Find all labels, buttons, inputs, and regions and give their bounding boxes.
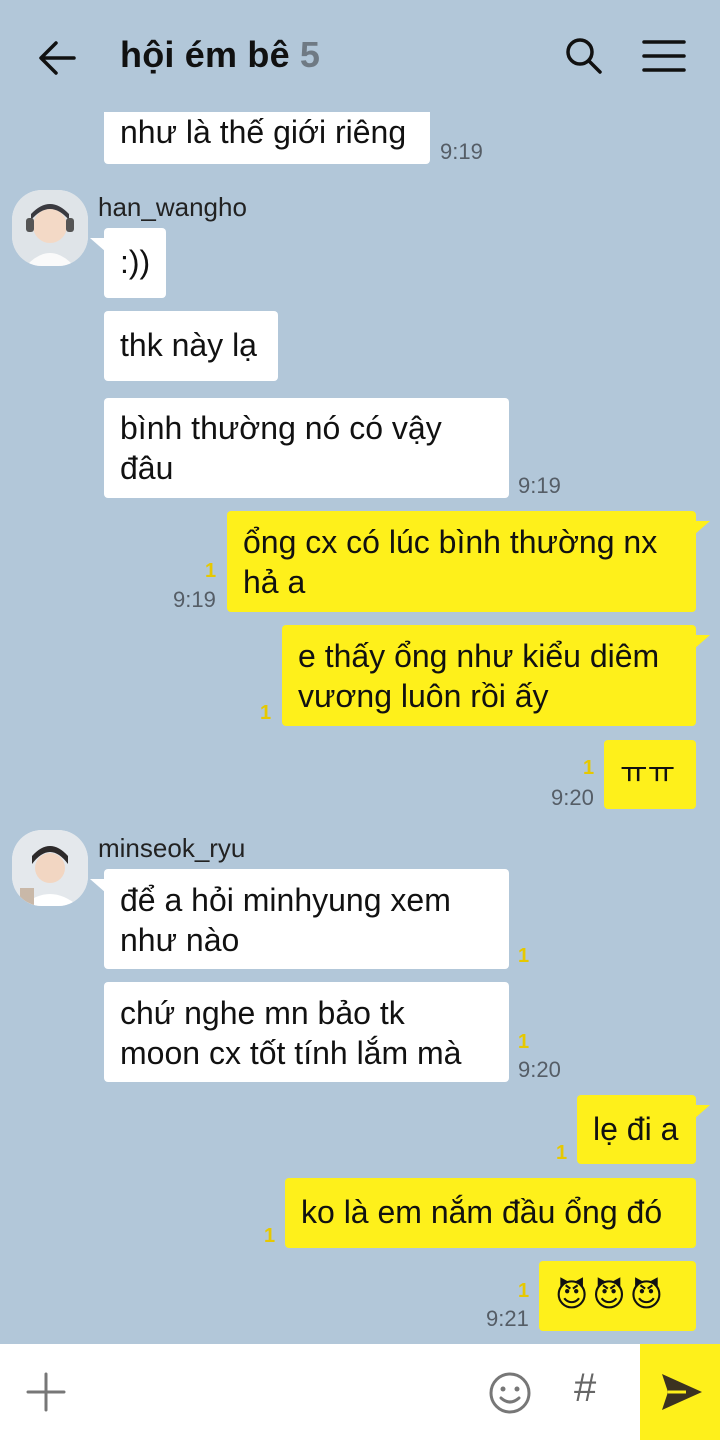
search-button[interactable] xyxy=(562,34,606,78)
menu-button[interactable] xyxy=(640,36,688,76)
hashtag-button[interactable]: # xyxy=(574,1366,596,1411)
search-icon xyxy=(566,38,602,74)
imp-emoji-icon: 😈 xyxy=(555,1277,589,1313)
unread-count: 1 xyxy=(205,560,217,582)
hamburger-menu-icon xyxy=(642,40,686,72)
unread-count: 1 xyxy=(260,702,272,724)
back-button[interactable] xyxy=(30,32,82,84)
message-bubble[interactable]: thk này lạ xyxy=(104,311,278,381)
message-time: 9:19 xyxy=(173,587,216,612)
message-input[interactable] xyxy=(90,1364,470,1420)
unread-count: 1 xyxy=(264,1225,276,1247)
message-bubble[interactable]: lẹ đi a xyxy=(577,1095,710,1164)
emoticon-button[interactable] xyxy=(487,1370,533,1416)
message-input-bar: # xyxy=(0,1344,720,1440)
send-button[interactable] xyxy=(640,1344,720,1440)
unread-count: 1 xyxy=(556,1142,568,1164)
message-bubble[interactable]: chứ nghe mn bảo tk moon cx tốt tính lắm … xyxy=(104,982,509,1082)
chat-title: hội ém bê 5 xyxy=(120,34,320,76)
message-bubble[interactable]: để a hỏi minhyung xem như nào xyxy=(90,869,509,969)
room-name: hội ém bê xyxy=(120,34,290,75)
header: hội ém bê 5 xyxy=(0,0,720,112)
avatar-image xyxy=(12,190,88,266)
avatar[interactable] xyxy=(12,190,88,266)
avatar[interactable] xyxy=(12,830,88,906)
arrow-left-icon xyxy=(39,41,76,75)
message-time: 9:20 xyxy=(551,785,594,810)
message-time: 9:19 xyxy=(440,139,483,164)
smiley-icon xyxy=(489,1372,531,1414)
message-bubble[interactable]: ko là em nắm đầu ổng đó xyxy=(285,1178,696,1248)
message-time: 9:20 xyxy=(518,1057,561,1082)
unread-count: 1 xyxy=(518,945,530,967)
sender-name: minseok_ryu xyxy=(98,833,246,863)
plus-icon xyxy=(26,1372,66,1412)
attach-button[interactable] xyxy=(24,1370,68,1414)
imp-emoji-icon: 😈 xyxy=(629,1277,664,1313)
message-bubble[interactable]: e thấy ổng như kiểu diêm vương luôn rồi … xyxy=(282,625,710,726)
unread-count: 1 xyxy=(518,1280,530,1302)
member-count: 5 xyxy=(299,34,321,75)
message-bubble[interactable]: 😈 😈 😈 xyxy=(539,1261,696,1331)
send-icon xyxy=(662,1374,702,1410)
message-time: 9:19 xyxy=(518,473,561,498)
sender-name: han_wangho xyxy=(98,192,247,222)
imp-emoji-icon: 😈 xyxy=(592,1277,626,1313)
message-bubble[interactable]: :)) xyxy=(90,228,166,298)
message-bubble[interactable]: như là thế giới riêng xyxy=(104,104,430,164)
message-bubble[interactable]: ổng cx có lúc bình thường nx hả a xyxy=(227,511,710,612)
emoji-row: 😈 😈 😈 xyxy=(555,1275,680,1315)
message-bubble[interactable]: bình thường nó có vậy đâu xyxy=(104,398,509,498)
unread-count: 1 xyxy=(583,757,595,779)
message-bubble[interactable]: ㅠㅠ xyxy=(604,740,696,809)
avatar-image xyxy=(12,830,88,906)
unread-count: 1 xyxy=(518,1031,530,1053)
chat-area[interactable]: như là thế giới riêng 9:19 han_wangho :)… xyxy=(0,0,720,1344)
message-time: 9:21 xyxy=(486,1306,529,1331)
